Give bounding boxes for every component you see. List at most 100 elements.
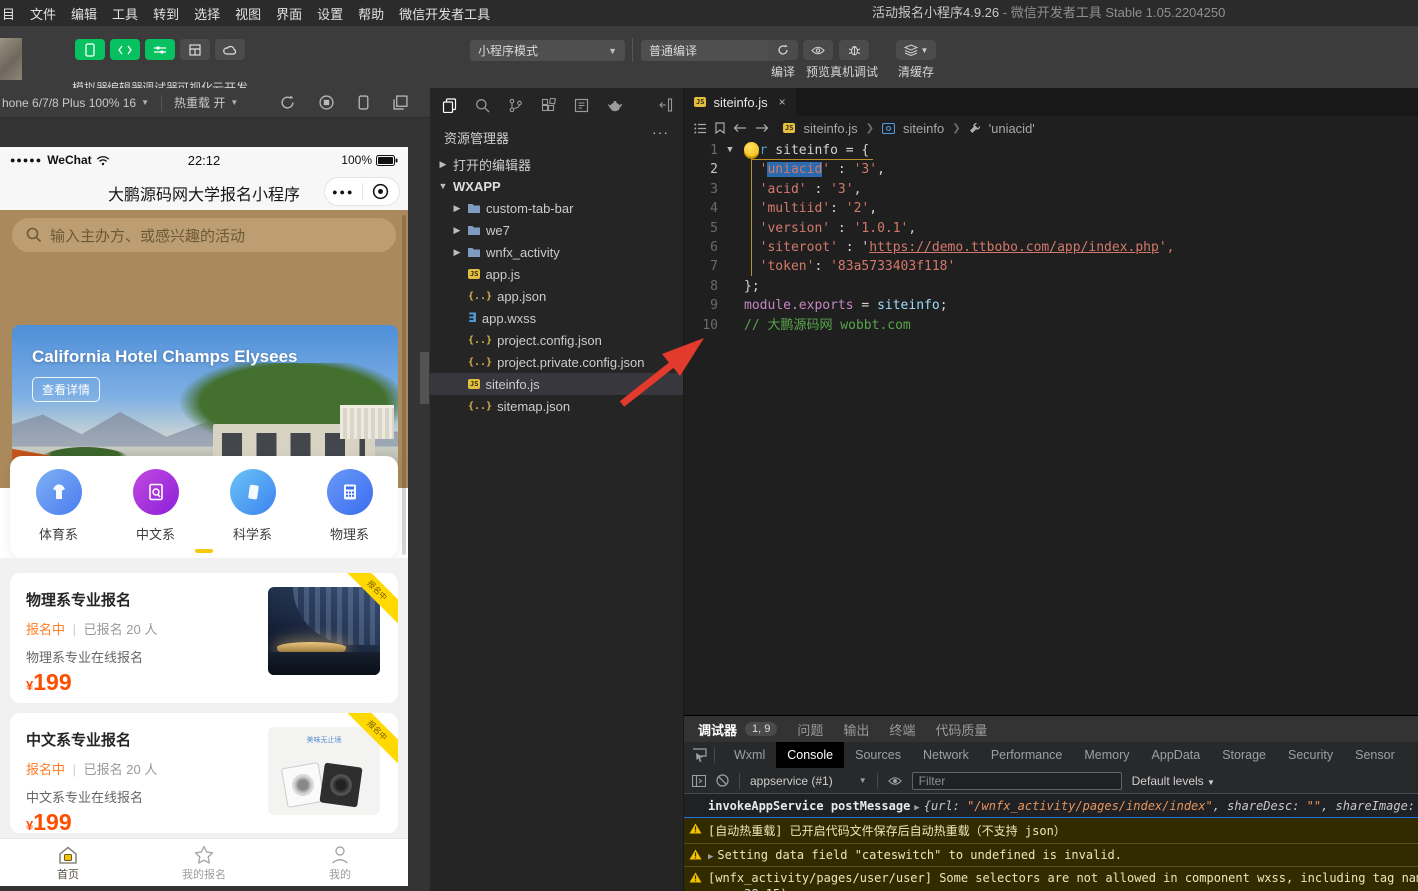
back-icon[interactable] (733, 123, 747, 133)
console-filter-input[interactable] (912, 772, 1122, 790)
tree-file-app-wxss[interactable]: ∃ app.wxss (430, 307, 683, 329)
toggle-sidebar-icon[interactable] (692, 775, 706, 787)
warning-icon (689, 849, 702, 860)
panel-tab-output[interactable]: 输出 (843, 720, 869, 739)
category-chinese[interactable]: 中文系 (107, 469, 204, 558)
more-actions-icon[interactable]: ··· (652, 124, 669, 140)
devtools-tab-network[interactable]: Network (912, 742, 980, 768)
banner-title: California Hotel Champs Elysees (32, 347, 297, 367)
files-icon[interactable] (442, 98, 457, 113)
clear-cache-button[interactable]: ▼ 清缓存 (888, 40, 944, 80)
tree-folder-wnfx-activity[interactable]: ▶ wnfx_activity (430, 241, 683, 263)
console-warning-row[interactable]: [自动热重载] 已开启代码文件保存后自动热重载（不支持 json） (684, 818, 1418, 844)
devtools-tab-storage[interactable]: Storage (1211, 742, 1277, 768)
devtools-tab-wxml[interactable]: Wxml (723, 742, 776, 768)
json-file-icon: {..} (468, 291, 492, 302)
devtools-tab-security[interactable]: Security (1277, 742, 1344, 768)
search-icon[interactable] (475, 98, 490, 113)
breadcrumb-property[interactable]: 'uniacid' (989, 121, 1035, 136)
panel-tab-problems[interactable]: 问题 (797, 720, 823, 739)
project-avatar[interactable] (0, 38, 22, 80)
tree-file-app-json[interactable]: {..} app.json (430, 285, 683, 307)
devtools-tab-console[interactable]: Console (776, 742, 844, 768)
editor-tab-siteinfo[interactable]: JS siteinfo.js × (684, 88, 796, 116)
expand-arrow-icon[interactable]: ▶ (914, 803, 919, 813)
breadcrumb-file[interactable]: siteinfo.js (803, 121, 857, 136)
url-link[interactable]: https://demo.ttbobo.com/app/index.php (869, 240, 1159, 255)
panel-tab-bar: 调试器 1, 9 问题 输出 终端 代码质量 (684, 716, 1418, 742)
refresh-icon[interactable] (280, 95, 295, 110)
context-selector[interactable]: appservice (#1) ▼ (750, 774, 867, 788)
lightbulb-icon[interactable] (744, 142, 759, 157)
tab-mine[interactable]: 我的 (272, 839, 408, 886)
category-science[interactable]: 科学系 (204, 469, 301, 558)
clear-console-icon[interactable] (716, 774, 729, 787)
category-physics[interactable]: 物理系 (301, 469, 398, 558)
console-warning-row[interactable]: [wnfx_activity/pages/user/user] Some sel… (684, 867, 1418, 891)
menu-item-help[interactable]: 帮助 (358, 4, 384, 23)
breadcrumb-symbol[interactable]: siteinfo (903, 121, 944, 136)
devtools-tab-memory[interactable]: Memory (1073, 742, 1140, 768)
panel-tab-terminal[interactable]: 终端 (889, 720, 915, 739)
outline-icon[interactable] (694, 123, 707, 134)
menu-item-view[interactable]: 视图 (235, 4, 261, 23)
banner-detail-button[interactable]: 查看详情 (32, 377, 100, 402)
tree-folder-we7[interactable]: ▶ we7 (430, 219, 683, 241)
menu-item-goto[interactable]: 转到 (153, 4, 179, 23)
devtools-tab-sources[interactable]: Sources (844, 742, 912, 768)
folder-icon (467, 224, 481, 236)
log-levels-dropdown[interactable]: Default levels ▼ (1132, 774, 1215, 788)
eye-icon[interactable] (888, 776, 902, 786)
forward-icon[interactable] (755, 123, 769, 133)
devtools-tab-sensor[interactable]: Sensor (1344, 742, 1406, 768)
close-target-button[interactable] (363, 183, 400, 200)
devtools-tab-appdata[interactable]: AppData (1141, 742, 1212, 768)
menu-item-devtools[interactable]: 微信开发者工具 (399, 4, 490, 23)
page-scrollbar[interactable] (402, 215, 406, 555)
teapot-icon[interactable] (607, 99, 623, 112)
mode-dropdown[interactable]: 小程序模式▼ (470, 40, 625, 61)
stop-record-icon[interactable] (319, 95, 334, 110)
fold-chevron-icon[interactable]: ▼ (722, 141, 738, 160)
bookmark-icon[interactable] (715, 122, 725, 134)
devtools-tab-performance[interactable]: Performance (980, 742, 1074, 768)
extensions-icon[interactable] (541, 98, 556, 113)
tree-file-app-js[interactable]: JS app.js (430, 263, 683, 285)
console-warning-row[interactable]: ▶Setting data field "cateswitch" to unde… (684, 844, 1418, 867)
npm-scripts-icon[interactable] (574, 98, 589, 113)
tab-my-registrations[interactable]: 我的报名 (136, 839, 272, 886)
simulator-scrollbar[interactable] (420, 352, 429, 404)
hot-reload-toggle[interactable]: 热重载 开▼ (174, 94, 238, 111)
panel-tab-debugger[interactable]: 调试器 (698, 720, 737, 739)
multi-window-icon[interactable] (393, 95, 408, 110)
menu-item-settings[interactable]: 设置 (317, 4, 343, 23)
menu-item-interface[interactable]: 界面 (276, 4, 302, 23)
close-icon[interactable]: × (779, 95, 786, 109)
tab-home[interactable]: 首页 (0, 839, 136, 886)
source-control-icon[interactable] (508, 98, 523, 113)
remote-debug-button[interactable]: 真机调试 (822, 40, 886, 80)
inspect-element-icon[interactable] (684, 748, 714, 763)
category-sports[interactable]: 体育系 (10, 469, 107, 558)
code-line: 9 module.exports = siteinfo; (684, 296, 1418, 315)
console-log-row[interactable]: invokeAppService postMessage▶{url: "/wnf… (684, 795, 1418, 818)
menu-item-edit[interactable]: 编辑 (71, 4, 97, 23)
menu-item-project[interactable]: 目 (2, 4, 15, 23)
tree-folder-custom-tab-bar[interactable]: ▶ custom-tab-bar (430, 197, 683, 219)
menu-item-file[interactable]: 文件 (30, 4, 56, 23)
activity-card-physics[interactable]: 物理系专业报名 报名中 | 已报名 20 人 物理系专业在线报名 ¥199 报名… (10, 573, 398, 703)
collapse-sidebar-icon[interactable] (659, 98, 673, 112)
source-link[interactable]: wxss:38 (708, 887, 759, 891)
activity-card-chinese[interactable]: 中文系专业报名 报名中 | 已报名 20 人 中文系专业在线报名 ¥199 美味… (10, 713, 398, 833)
device-selector[interactable]: hone 6/7/8 Plus 100% 16▼ (2, 96, 149, 110)
panel-tab-code-quality[interactable]: 代码质量 (935, 720, 987, 739)
menu-item-tools[interactable]: 工具 (112, 4, 138, 23)
section-wxapp-root[interactable]: ▼ WXAPP (430, 175, 683, 197)
expand-arrow-icon[interactable]: ▶ (708, 852, 713, 862)
more-menu-button[interactable]: ●●● (325, 187, 362, 197)
search-input[interactable]: 输入主办方、或感兴趣的活动 (12, 218, 396, 252)
section-open-editors[interactable]: ▶ 打开的编辑器 (430, 153, 683, 175)
menu-item-select[interactable]: 选择 (194, 4, 220, 23)
rotate-phone-icon[interactable] (358, 95, 369, 110)
search-placeholder: 输入主办方、或感兴趣的活动 (50, 225, 245, 246)
